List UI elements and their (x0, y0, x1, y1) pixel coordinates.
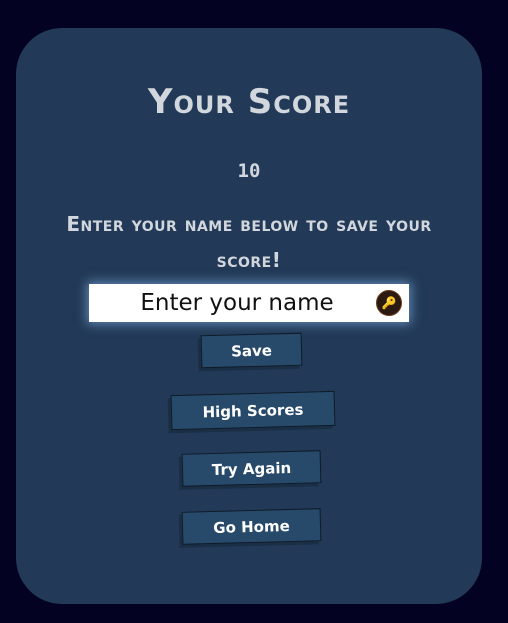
save-button[interactable]: Save (200, 332, 303, 369)
name-input[interactable] (89, 284, 409, 322)
key-icon[interactable]: 🔑 (376, 290, 402, 316)
go-home-button[interactable]: Go Home (181, 508, 322, 545)
try-again-button[interactable]: Try Again (181, 450, 322, 487)
score-card: Your Score 10 Enter your name below to s… (16, 28, 482, 604)
high-scores-button[interactable]: High Scores (170, 390, 336, 431)
score-title: Your Score (147, 82, 351, 122)
save-score-prompt: Enter your name below to save your score… (66, 212, 432, 272)
score-value: 10 (237, 160, 261, 182)
